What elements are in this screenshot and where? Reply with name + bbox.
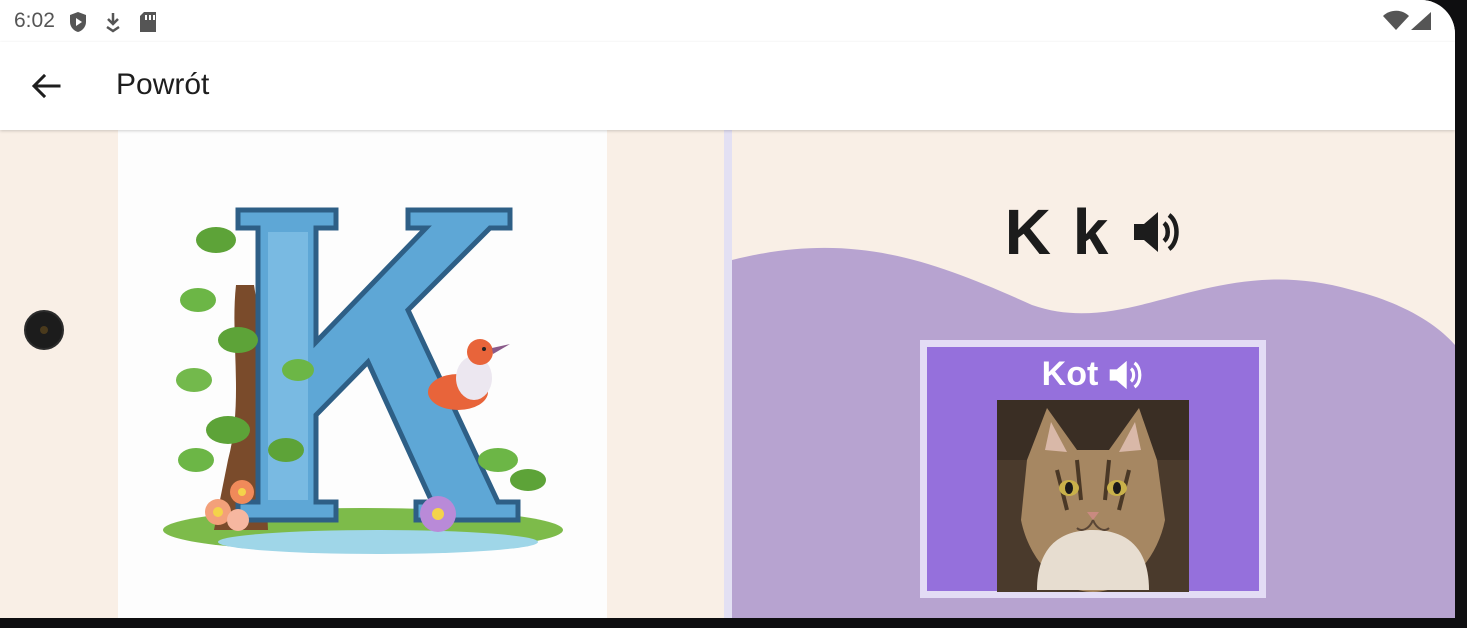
word-text: Kot <box>1041 355 1099 393</box>
word-card[interactable]: Kot <box>920 340 1266 598</box>
app-bar: Powrót <box>0 42 1455 130</box>
lesson-content: K k Kot <box>0 130 1455 618</box>
letter-speaker-button[interactable] <box>1132 208 1182 256</box>
volume-icon <box>1110 360 1142 389</box>
panel-divider <box>724 130 732 618</box>
status-time: 6:02 <box>14 9 55 32</box>
letter-heading: K k <box>732 192 1455 272</box>
letter-panel <box>0 130 724 618</box>
screen-bottom-edge <box>0 618 1467 628</box>
shield-play-icon <box>68 11 88 38</box>
download-icon <box>104 11 122 38</box>
sd-card-icon <box>138 11 158 38</box>
letter-text: K k <box>1004 196 1111 268</box>
cat-photo <box>997 400 1189 592</box>
device-screen: 6:02 Powrót K k Kot <box>0 0 1455 618</box>
status-right-icons <box>1381 10 1433 37</box>
camera-cutout <box>24 310 64 350</box>
word-header: Kot <box>927 355 1259 394</box>
word-speaker-button[interactable] <box>1108 358 1144 392</box>
page-title: Powrót <box>116 68 210 101</box>
volume-icon <box>1134 212 1180 252</box>
letter-k-illustration[interactable] <box>118 130 607 618</box>
word-panel: K k Kot <box>732 130 1455 618</box>
back-button[interactable] <box>22 64 70 108</box>
status-bar: 6:02 <box>0 0 1455 42</box>
arrow-back-icon <box>31 73 61 99</box>
wifi-signal-icon <box>1383 10 1431 30</box>
